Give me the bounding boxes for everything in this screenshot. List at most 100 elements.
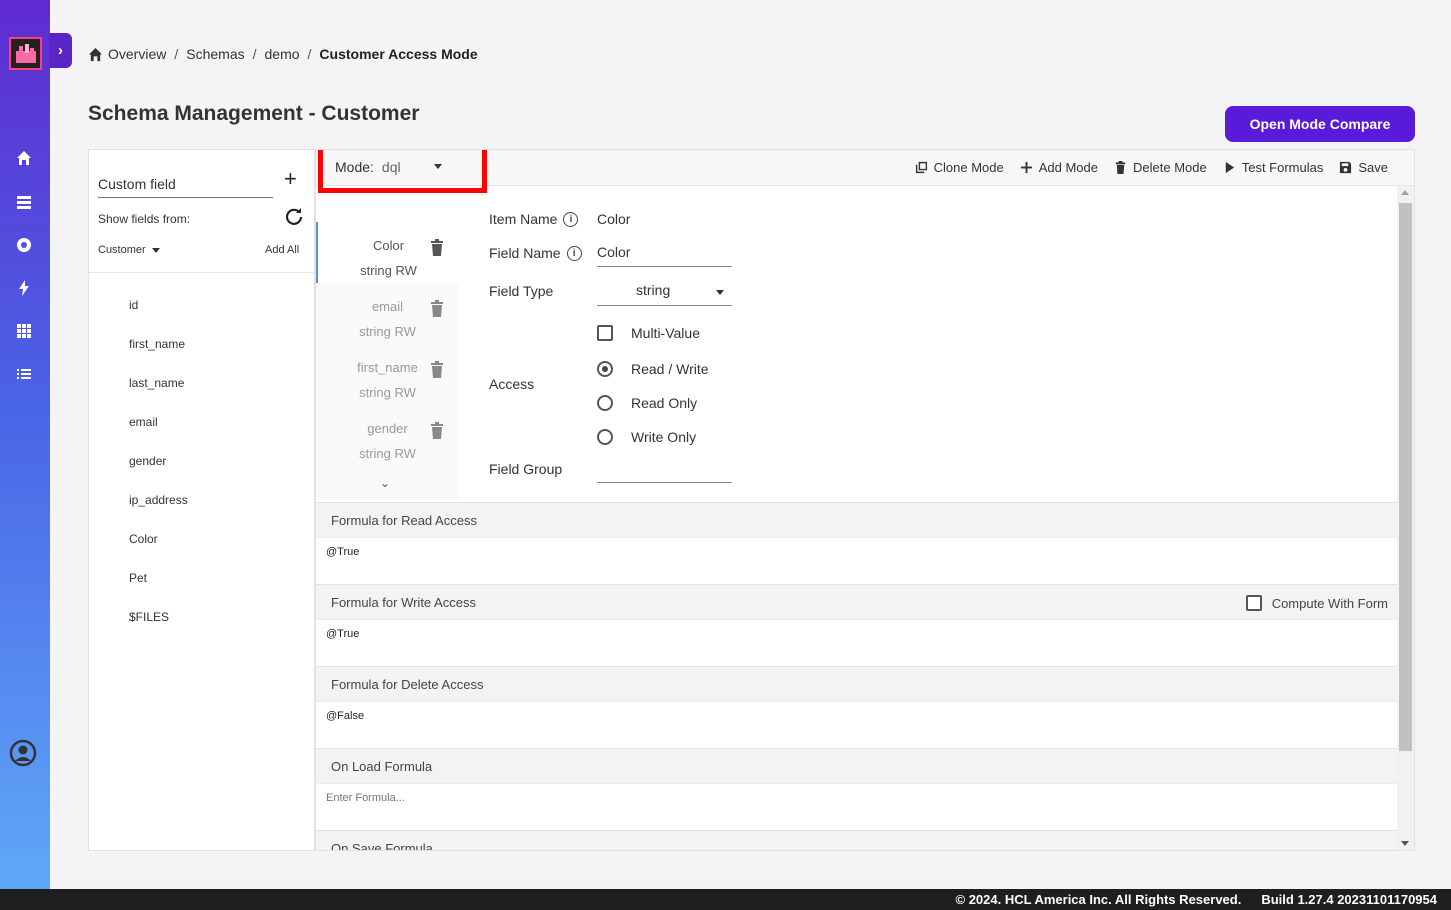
home-icon [88, 47, 103, 61]
play-icon [1225, 161, 1234, 174]
write-access-formula: Formula for Write Access Compute With Fo… [316, 584, 1398, 666]
formula-title: Formula for Write Access [331, 594, 476, 610]
footer: © 2024. HCL America Inc. All Rights Rese… [0, 889, 1451, 910]
breadcrumb-separator: / [174, 46, 179, 62]
access-option-label: Read / Write [631, 361, 709, 377]
mode-select[interactable]: Mode: dql [318, 150, 487, 193]
trash-icon[interactable] [430, 361, 444, 378]
trash-icon[interactable] [430, 422, 444, 439]
item-name-value: Color [597, 211, 631, 227]
access-option-label: Write Only [631, 429, 697, 445]
delete-access-formula: Formula for Delete Access @False [316, 666, 1398, 748]
compute-with-form-checkbox[interactable]: Compute With Form [1245, 595, 1388, 611]
field-type-select[interactable]: string [597, 276, 732, 306]
refresh-icon[interactable] [285, 208, 303, 226]
user-account-icon[interactable] [9, 739, 37, 767]
list-icon[interactable] [13, 363, 35, 385]
delete-mode-label: Delete Mode [1133, 160, 1207, 175]
list-item[interactable]: gender [129, 454, 188, 493]
lightning-icon[interactable] [13, 277, 35, 299]
test-formulas-label: Test Formulas [1241, 160, 1324, 175]
list-item[interactable]: first_name [129, 337, 188, 376]
list-item[interactable]: Color string RW [316, 222, 459, 283]
radio-button[interactable] [597, 429, 613, 445]
list-item[interactable]: ip_address [129, 493, 188, 532]
list-item[interactable]: last_name [129, 376, 188, 415]
list-item[interactable]: Pet [129, 571, 188, 610]
list-item[interactable]: Color [129, 532, 188, 571]
list-item[interactable]: gender string RW [316, 405, 459, 466]
multi-value-checkbox[interactable]: Multi-Value [597, 325, 700, 341]
info-icon[interactable]: i [566, 245, 582, 261]
field-group-input[interactable] [597, 454, 732, 483]
field-name-input[interactable]: Color [597, 238, 732, 267]
add-all-button[interactable]: Add All [265, 244, 299, 256]
app-logo[interactable] [9, 37, 42, 70]
source-select[interactable]: Customer [98, 244, 160, 256]
home-icon[interactable] [13, 147, 35, 169]
list-item[interactable]: email [129, 415, 188, 454]
formula-editor[interactable]: @True [316, 538, 1398, 584]
add-custom-field-button[interactable]: + [284, 168, 297, 190]
compute-with-form-label: Compute With Form [1271, 595, 1388, 611]
scroll-thumb[interactable] [1399, 203, 1412, 751]
apps-grid-icon[interactable] [13, 320, 35, 342]
access-read-write-radio[interactable]: Read / Write [597, 361, 709, 377]
clone-icon [915, 161, 927, 174]
checkbox[interactable] [597, 325, 613, 341]
list-item[interactable]: $FILES [129, 610, 188, 649]
field-type-label: Field Type [489, 283, 554, 299]
formula-title: On Load Formula [316, 748, 1398, 784]
access-label: Access [489, 376, 535, 392]
fields-panel: Custom field + Show fields from: Custome… [88, 149, 315, 851]
access-option-label: Read Only [631, 395, 698, 411]
formula-header: Formula for Write Access Compute With Fo… [316, 584, 1398, 620]
formula-editor[interactable]: @False [316, 702, 1398, 748]
access-read-only-radio[interactable]: Read Only [597, 395, 697, 411]
field-name-label-text: Field Name [489, 245, 561, 261]
list-item[interactable]: email string RW [316, 283, 459, 344]
target-icon[interactable] [13, 234, 35, 256]
chevron-right-icon: › [58, 42, 63, 59]
expand-sidebar-button[interactable]: › [49, 33, 72, 68]
chevron-down-icon[interactable]: ⌄ [380, 476, 390, 490]
list-item[interactable]: first_name string RW [316, 344, 459, 405]
trash-icon[interactable] [430, 239, 444, 256]
breadcrumb-schemas[interactable]: Schemas [186, 46, 244, 62]
database-icon[interactable] [13, 191, 35, 213]
info-icon[interactable]: i [563, 211, 579, 227]
item-meta: string RW [359, 446, 416, 461]
save-icon [1340, 161, 1352, 174]
add-mode-button[interactable]: Add Mode [1020, 160, 1098, 175]
mode-label: Mode: [335, 158, 374, 175]
open-mode-compare-button[interactable]: Open Mode Compare [1225, 106, 1415, 142]
test-formulas-button[interactable]: Test Formulas [1223, 160, 1324, 175]
radio-button[interactable] [597, 361, 613, 377]
save-button[interactable]: Save [1339, 160, 1388, 175]
scroll-up-icon[interactable] [1401, 190, 1409, 195]
access-write-only-radio[interactable]: Write Only [597, 429, 696, 445]
delete-mode-button[interactable]: Delete Mode [1114, 160, 1207, 175]
list-item[interactable]: id [129, 298, 188, 337]
breadcrumb-overview[interactable]: Overview [108, 46, 166, 62]
breadcrumb-separator: / [252, 46, 257, 62]
read-access-formula: Formula for Read Access @True [316, 502, 1398, 584]
breadcrumb-demo[interactable]: demo [265, 46, 300, 62]
app-root: › Overview / Schemas / demo / Customer A… [0, 0, 1451, 910]
checkbox[interactable] [1245, 595, 1262, 611]
formula-editor[interactable]: @True [316, 620, 1398, 666]
formula-title: On Save Formula [316, 830, 1398, 850]
radio-button[interactable] [597, 395, 613, 411]
formula-editor[interactable]: Enter Formula... [316, 784, 1398, 830]
caret-down-icon [151, 247, 160, 253]
clone-mode-button[interactable]: Clone Mode [915, 160, 1004, 175]
scroll-down-icon[interactable] [1401, 841, 1409, 846]
trash-icon[interactable] [430, 300, 444, 317]
breadcrumb: Overview / Schemas / demo / Customer Acc… [88, 46, 478, 62]
formula-title: Formula for Delete Access [316, 666, 1398, 702]
custom-field-input[interactable]: Custom field [98, 170, 273, 198]
clone-mode-label: Clone Mode [933, 160, 1004, 175]
sidebar [0, 0, 50, 889]
formula-title: Formula for Read Access [316, 502, 1398, 538]
scrollbar[interactable] [1397, 186, 1414, 850]
